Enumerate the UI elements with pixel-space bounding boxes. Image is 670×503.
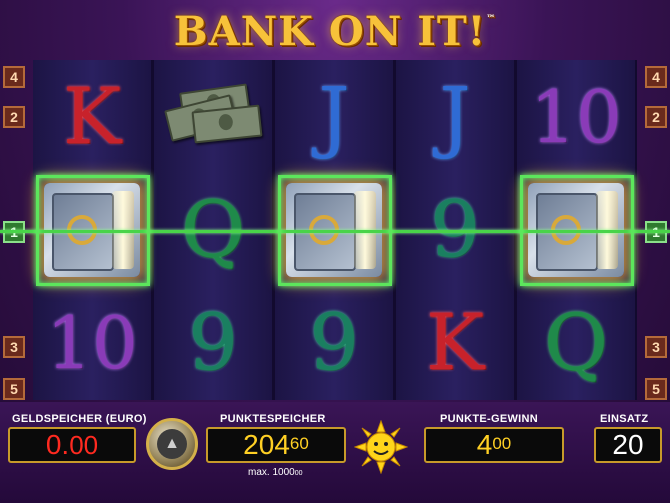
win-frame-reel-1 bbox=[36, 175, 150, 286]
game-title: BANK ON IT!™ bbox=[0, 8, 670, 55]
symbol-q: Q bbox=[544, 297, 608, 388]
symbol-9: 9 bbox=[309, 297, 359, 388]
trademark: ™ bbox=[486, 14, 497, 24]
punkte-gewinn-display: 4 00 bbox=[424, 427, 564, 463]
symbol-k: K bbox=[425, 297, 485, 388]
punkte-gewinn-value: 4 bbox=[476, 429, 493, 460]
autoplay-button[interactable]: ▲ bbox=[146, 418, 198, 470]
punkte-gewinn-label: PUNKTE-GEWINN bbox=[440, 413, 539, 425]
line-badge-right-3[interactable]: 3 bbox=[645, 336, 667, 358]
line-badge-right-4[interactable]: 4 bbox=[645, 66, 667, 88]
line-badge-left-2[interactable]: 2 bbox=[3, 106, 25, 128]
money-icon bbox=[163, 82, 263, 152]
symbol-money bbox=[154, 60, 272, 173]
max-points-small: 00 bbox=[294, 470, 303, 477]
geldspeicher-cents: 00 bbox=[69, 429, 99, 460]
einsatz-value: 20 bbox=[612, 429, 644, 460]
sun-logo-icon bbox=[354, 420, 408, 474]
symbol-9: 9 bbox=[188, 297, 238, 388]
max-points-note: max. 100000 bbox=[248, 467, 303, 478]
symbol-j: J bbox=[318, 71, 350, 162]
symbol-10: 10 bbox=[46, 300, 138, 385]
symbol-k: K bbox=[62, 71, 122, 162]
line-badge-left-5[interactable]: 5 bbox=[3, 378, 25, 400]
einsatz-label: EINSATZ bbox=[600, 413, 649, 425]
win-frame-reel-3 bbox=[278, 175, 392, 286]
geldspeicher-label: GELDSPEICHER (EURO) bbox=[12, 413, 147, 425]
geldspeicher-display: 0. 00 bbox=[8, 427, 136, 463]
line-badge-right-5[interactable]: 5 bbox=[645, 378, 667, 400]
punktespeicher-small: 60 bbox=[289, 434, 309, 453]
game-stage: BANK ON IT!™ 4 2 1 3 5 4 2 1 3 5 K 10 bbox=[0, 0, 670, 503]
line-badge-left-4[interactable]: 4 bbox=[3, 66, 25, 88]
line-badge-left-3[interactable]: 3 bbox=[3, 336, 25, 358]
punkte-gewinn-small: 00 bbox=[492, 434, 512, 453]
punktespeicher-label: PUNKTESPEICHER bbox=[220, 413, 326, 425]
symbol-j: J bbox=[439, 71, 471, 162]
einsatz-display[interactable]: 20 bbox=[594, 427, 662, 463]
autoplay-button-icon: ▲ bbox=[157, 429, 187, 459]
max-points-label: max. 1000 bbox=[248, 467, 295, 478]
game-title-text: BANK ON IT! bbox=[173, 8, 487, 55]
symbol-10: 10 bbox=[530, 74, 622, 159]
win-frame-reel-5 bbox=[520, 175, 634, 286]
line-badge-right-2[interactable]: 2 bbox=[645, 106, 667, 128]
punktespeicher-display: 204 60 bbox=[206, 427, 346, 463]
geldspeicher-value: 0. bbox=[45, 429, 70, 460]
punktespeicher-value: 204 bbox=[243, 429, 290, 460]
